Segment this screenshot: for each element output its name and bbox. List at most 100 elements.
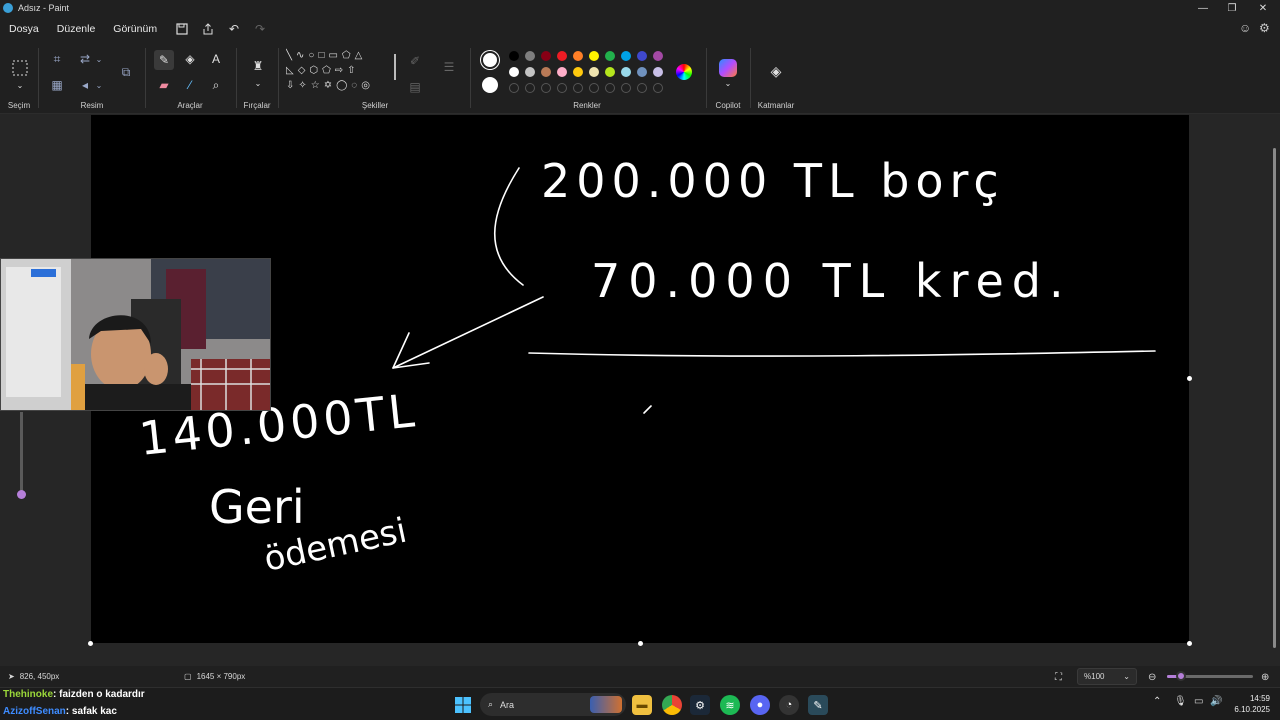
close-button[interactable]: ✕ [1248, 0, 1278, 16]
select-rectangle-icon[interactable] [10, 58, 30, 78]
steam-icon[interactable]: ⚙ [690, 695, 710, 715]
settings-person-icon[interactable]: ☺ [1239, 21, 1251, 35]
chevron-down-icon[interactable]: ⌄ [14, 80, 26, 90]
minimize-button[interactable]: — [1188, 0, 1218, 16]
line-width-icon[interactable]: ☰ [440, 58, 458, 76]
color-swatch[interactable] [541, 51, 551, 61]
chevron-down-icon[interactable]: ⌄ [94, 50, 104, 68]
color-swatch[interactable] [637, 51, 647, 61]
color-swatch[interactable] [573, 51, 583, 61]
vertical-scrollbar[interactable] [1273, 148, 1276, 648]
rotate-icon[interactable]: ◂ [76, 76, 94, 94]
system-clock[interactable]: 14:59 6.10.2025 [1226, 693, 1270, 715]
group-label-colors: Renkler [573, 101, 601, 110]
color-swatch[interactable] [557, 67, 567, 77]
group-label-image: Resim [80, 101, 104, 110]
fit-to-window-icon[interactable]: ⛶ [1055, 672, 1062, 683]
chrome-icon[interactable] [662, 695, 682, 715]
taskbar-search[interactable]: ⌕ Ara [480, 693, 626, 716]
fill-bucket-icon[interactable]: ◈ [181, 50, 199, 68]
chevron-up-icon[interactable]: ⌃ [1153, 696, 1161, 707]
chevron-down-icon[interactable]: ⌄ [252, 78, 264, 88]
windows-start-icon[interactable] [453, 695, 473, 715]
file-explorer-icon[interactable]: ▬ [632, 695, 652, 715]
custom-color-slot[interactable] [509, 83, 519, 93]
custom-color-slot[interactable] [573, 83, 583, 93]
shapes-gallery[interactable]: ╲∿○□▭⬠△ ◺◇⬡⬠⇨⇧ ⇩✧☆✡◯◌◎ [286, 48, 398, 98]
color-swatch[interactable] [653, 67, 663, 77]
display-icon[interactable]: ▭ [1194, 696, 1203, 707]
share-icon[interactable] [198, 19, 218, 39]
menu-view[interactable]: Görünüm [104, 23, 166, 35]
zoom-out-icon[interactable]: ⊖ [1148, 672, 1156, 683]
webcam-overlay [0, 258, 271, 411]
custom-color-slot[interactable] [653, 83, 663, 93]
overlay-slider-thumb[interactable] [17, 490, 26, 499]
color-picker-icon[interactable]: ⁄ [181, 76, 199, 94]
color-swatch[interactable] [637, 67, 647, 77]
canvas-size-icon: ▢ [184, 672, 192, 681]
color-swatch[interactable] [573, 67, 583, 77]
microphone-icon[interactable]: 🎙 [1174, 696, 1187, 707]
zoom-slider-thumb[interactable] [1175, 671, 1186, 681]
text-icon[interactable]: A [207, 50, 225, 68]
edit-colors-icon[interactable] [676, 64, 692, 80]
custom-color-slot[interactable] [637, 83, 647, 93]
color-swatch[interactable] [509, 67, 519, 77]
resize-handle-right[interactable] [1187, 376, 1192, 381]
color-swatch[interactable] [621, 51, 631, 61]
volume-icon[interactable]: 🔊 [1210, 696, 1222, 707]
resize-icon[interactable]: ⇄ [76, 50, 94, 68]
pencil-icon[interactable]: ✎ [154, 50, 174, 70]
menu-edit[interactable]: Düzenle [48, 23, 105, 35]
zoom-select[interactable]: %100 ⌄ [1077, 668, 1137, 685]
copilot-icon[interactable] [719, 59, 737, 77]
color-swatch[interactable] [653, 51, 663, 61]
brush-icon[interactable]: ♜ [248, 56, 268, 76]
shapes-scrollbar[interactable] [394, 54, 396, 80]
image-edit-icon[interactable]: ▦ [48, 76, 66, 94]
clock-time: 14:59 [1249, 694, 1270, 703]
primary-color-swatch[interactable] [481, 51, 499, 69]
app-icon[interactable]: ◔ [779, 695, 799, 715]
maximize-button[interactable]: ❐ [1217, 0, 1247, 16]
remove-background-icon[interactable]: ⧉ [116, 62, 136, 82]
spotify-icon[interactable]: ≋ [720, 695, 740, 715]
fill-icon[interactable]: ▤ [406, 78, 424, 96]
resize-handle-corner[interactable] [1187, 641, 1192, 646]
color-swatch[interactable] [525, 51, 535, 61]
eraser-icon[interactable]: ▰ [155, 76, 173, 94]
custom-color-slot[interactable] [541, 83, 551, 93]
save-icon[interactable] [172, 19, 192, 39]
color-swatch[interactable] [605, 51, 615, 61]
outline-icon[interactable]: ✐ [406, 52, 424, 70]
custom-color-slot[interactable] [557, 83, 567, 93]
color-swatch[interactable] [557, 51, 567, 61]
crop-icon[interactable]: ⌗ [48, 50, 66, 68]
custom-color-slot[interactable] [621, 83, 631, 93]
color-swatch[interactable] [605, 67, 615, 77]
gear-icon[interactable]: ⚙ [1259, 21, 1270, 35]
paint-taskbar-icon[interactable]: ✎ [808, 695, 828, 715]
secondary-color-swatch[interactable] [482, 77, 498, 93]
magnifier-icon[interactable]: ⌕ [207, 76, 225, 94]
color-swatch[interactable] [541, 67, 551, 77]
custom-color-slot[interactable] [605, 83, 615, 93]
custom-color-slot[interactable] [589, 83, 599, 93]
clock-date: 6.10.2025 [1234, 705, 1270, 714]
resize-handle-bottom[interactable] [638, 641, 643, 646]
chevron-down-icon[interactable]: ⌄ [722, 78, 734, 88]
color-swatch[interactable] [589, 67, 599, 77]
chevron-down-icon[interactable]: ⌄ [94, 76, 104, 94]
color-swatch[interactable] [525, 67, 535, 77]
undo-icon[interactable]: ↶ [224, 19, 244, 39]
menu-file[interactable]: Dosya [0, 23, 48, 35]
color-swatch[interactable] [509, 51, 519, 61]
obs-icon[interactable]: ● [750, 695, 770, 715]
custom-color-slot[interactable] [525, 83, 535, 93]
zoom-in-icon[interactable]: ⊕ [1261, 672, 1269, 683]
color-swatch[interactable] [621, 67, 631, 77]
color-swatch[interactable] [589, 51, 599, 61]
layers-icon[interactable]: ◈ [767, 62, 785, 80]
redo-icon[interactable]: ↷ [250, 19, 270, 39]
